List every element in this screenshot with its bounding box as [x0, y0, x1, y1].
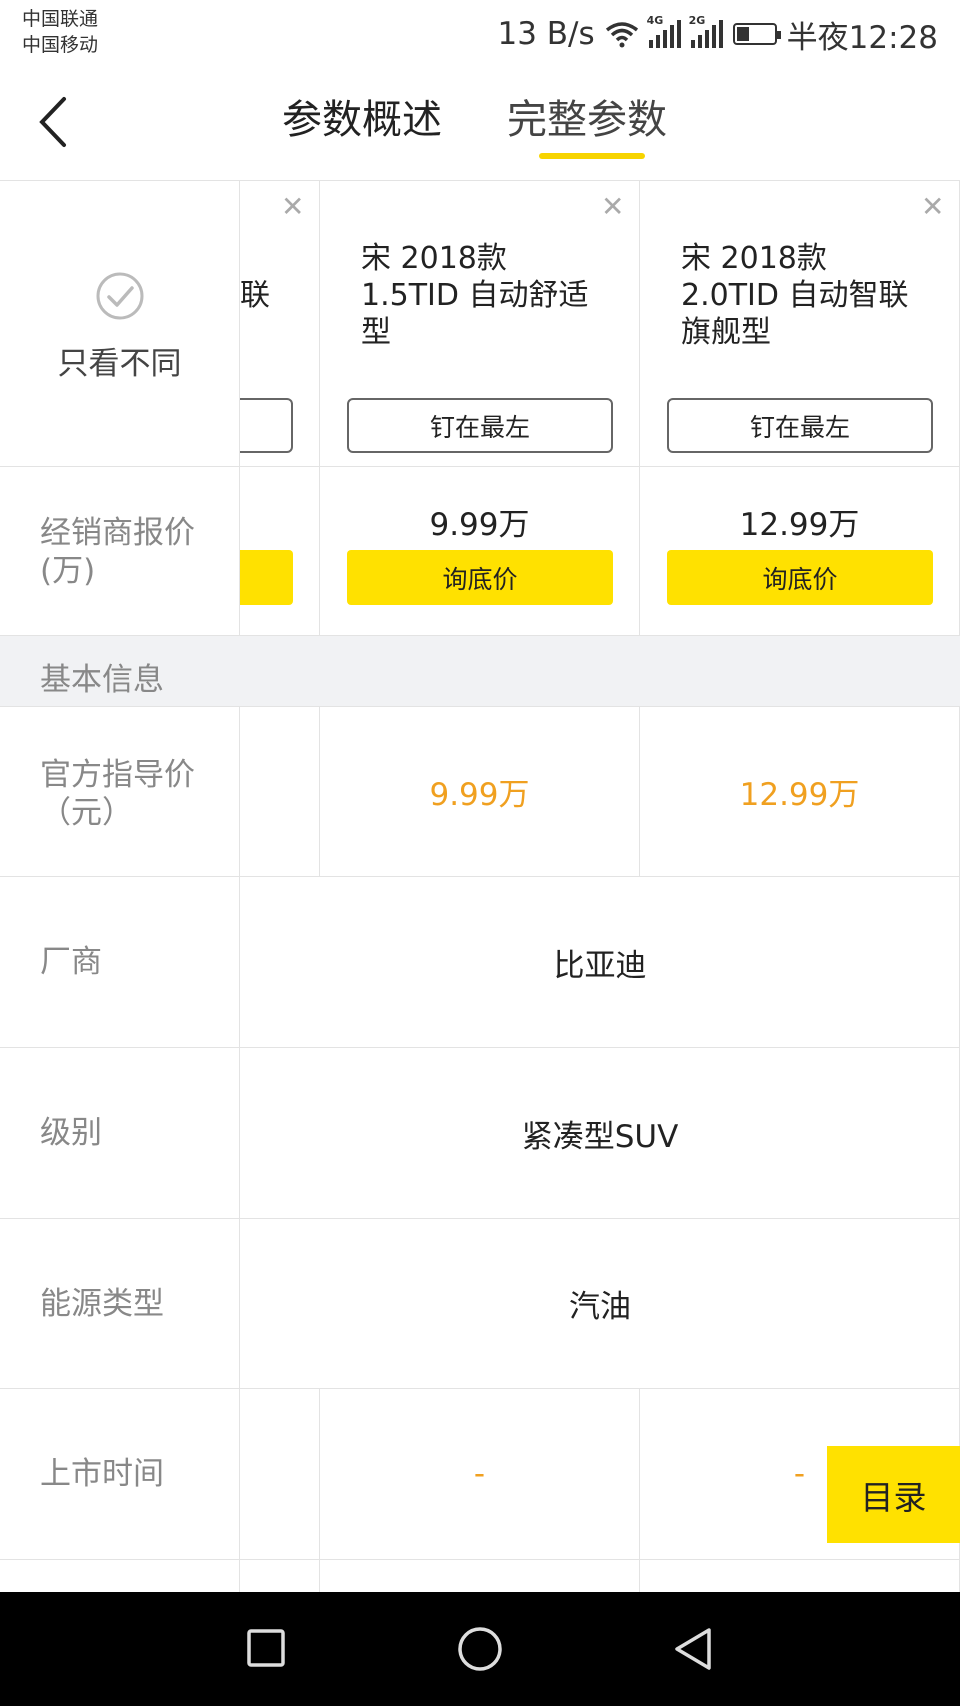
- only-diff-label[interactable]: 只看不同: [0, 338, 239, 383]
- divider: [639, 180, 640, 635]
- home-icon[interactable]: [457, 1626, 503, 1672]
- back-arrow-icon[interactable]: [36, 96, 70, 148]
- official-price-label: 官方指导价 （元）: [40, 756, 195, 832]
- status-indicators: 13 B/s 4G 2G 半夜12:28: [497, 14, 938, 56]
- remove-car-icon[interactable]: ✕: [921, 193, 944, 221]
- active-tab-indicator: [539, 153, 645, 159]
- tab-overview[interactable]: 参数概述: [282, 92, 442, 148]
- car-name-line2: 1.5TID 自动舒适: [361, 278, 589, 313]
- signal-2g-icon: 2G: [689, 14, 723, 48]
- dealer-price-label: 经销商报价 (万): [40, 514, 195, 590]
- level-value: 紧凑型SUV: [521, 1118, 679, 1155]
- divider: [0, 1559, 960, 1560]
- remove-car-icon[interactable]: ✕: [281, 193, 304, 221]
- divider: [0, 466, 960, 467]
- catalog-button[interactable]: 目录: [827, 1446, 960, 1543]
- carrier-2: 中国移动: [22, 34, 99, 56]
- car-name-line1: 宋 2018款: [681, 241, 827, 276]
- system-nav-bar: [0, 1592, 960, 1706]
- carrier-1: 中国联通: [22, 8, 99, 30]
- car-name-line3: 旗舰型: [681, 315, 771, 350]
- back-nav-icon[interactable]: [672, 1626, 714, 1672]
- level-label: 级别: [40, 1115, 102, 1151]
- maker-value: 比亚迪: [553, 947, 647, 984]
- net-speed: 13 B/s: [497, 16, 595, 52]
- check-circle-icon[interactable]: [95, 271, 145, 321]
- section-basic-info: 基本信息: [0, 636, 960, 706]
- car-name: 联: [240, 278, 270, 313]
- recent-apps-icon[interactable]: [246, 1628, 286, 1668]
- launch-value: -: [473, 1456, 486, 1492]
- remove-car-icon[interactable]: ✕: [601, 193, 624, 221]
- dealer-price: 12.99万: [739, 506, 860, 543]
- pin-left-button[interactable]: 钉在最左: [667, 398, 933, 453]
- dealer-price-label-line2: (万): [40, 553, 96, 589]
- divider: [0, 180, 960, 181]
- signal-4g-icon: 4G: [647, 14, 681, 48]
- ask-price-button[interactable]: 询底价: [667, 550, 933, 605]
- tab-full-params[interactable]: 完整参数: [507, 92, 667, 148]
- car-name-line3: 型: [361, 315, 391, 350]
- ask-price-button[interactable]: [240, 550, 293, 605]
- official-price: 9.99万: [429, 777, 530, 813]
- pin-left-button[interactable]: 钉在最左: [347, 398, 613, 453]
- battery-icon: [732, 23, 781, 45]
- energy-value: 汽油: [569, 1289, 631, 1325]
- maker-label: 厂商: [40, 944, 102, 980]
- wifi-icon: [605, 22, 638, 48]
- official-price-label-line2: （元）: [40, 795, 133, 831]
- car-name-line1: 宋 2018款: [361, 241, 507, 276]
- dealer-price: 9.99万: [429, 506, 530, 543]
- divider: [319, 180, 320, 635]
- clock: 半夜12:28: [786, 19, 938, 56]
- section-title: 基本信息: [40, 662, 164, 698]
- official-price: 12.99万: [739, 777, 860, 813]
- official-price-label-line1: 官方指导价: [40, 757, 195, 793]
- ask-price-button[interactable]: 询底价: [347, 550, 613, 605]
- launch-label: 上市时间: [40, 1456, 164, 1492]
- dealer-price-label-line1: 经销商报价: [40, 515, 195, 551]
- pin-left-button[interactable]: [240, 398, 293, 453]
- energy-label: 能源类型: [40, 1285, 164, 1322]
- car-name-line2: 2.0TID 自动智联: [681, 278, 909, 313]
